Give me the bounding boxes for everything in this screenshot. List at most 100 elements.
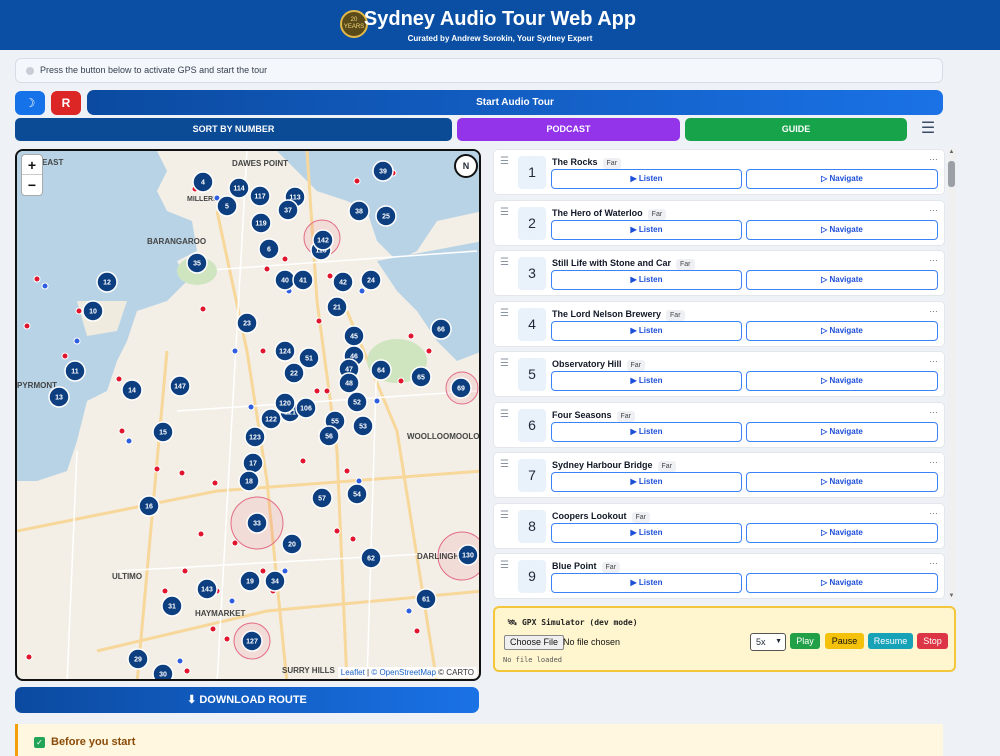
map-point[interactable] [413, 627, 421, 635]
stop-card[interactable]: ☰ 6 Four Seasons Far … ▶ Listen ▷ Navigate [493, 401, 945, 448]
theme-toggle-button[interactable]: ☽ [15, 91, 45, 115]
map-point[interactable] [115, 375, 123, 383]
listen-button[interactable]: ▶ Listen [551, 522, 742, 543]
guide-button[interactable]: GUIDE [685, 118, 907, 141]
map-marker[interactable]: 52 [346, 391, 368, 413]
map-marker[interactable]: 37 [277, 199, 299, 221]
navigate-button[interactable]: ▷ Navigate [746, 219, 938, 240]
map-point[interactable] [231, 347, 239, 355]
menu-icon[interactable]: ☰ [913, 118, 943, 141]
navigate-button[interactable]: ▷ Navigate [746, 169, 938, 189]
listen-button[interactable]: ▶ Listen [551, 371, 742, 391]
map-point[interactable] [313, 387, 321, 395]
map-point[interactable] [349, 535, 357, 543]
map-marker[interactable]: 16 [138, 495, 160, 517]
choose-file-button[interactable]: Choose File [504, 635, 565, 650]
map-marker[interactable]: 130 [457, 544, 479, 566]
map-point[interactable] [199, 305, 207, 313]
map-point[interactable] [373, 397, 381, 405]
map-marker[interactable]: 33 [246, 512, 268, 534]
map-point[interactable] [61, 352, 69, 360]
map-marker[interactable]: 34 [264, 570, 286, 592]
map-marker[interactable]: 22 [283, 362, 305, 384]
map-marker[interactable]: 64 [370, 359, 392, 381]
map-marker[interactable]: 17 [242, 452, 264, 474]
scroll-down-icon[interactable]: ▼ [947, 593, 956, 599]
map-point[interactable] [281, 567, 289, 575]
map-point[interactable] [397, 377, 405, 385]
map-marker[interactable]: 127 [241, 630, 263, 652]
map-point[interactable] [407, 332, 415, 340]
drag-handle-icon[interactable]: ☰ [500, 308, 509, 319]
map-marker[interactable]: 62 [360, 547, 382, 569]
map-marker[interactable]: 51 [298, 347, 320, 369]
stop-card[interactable]: ☰ 2 The Hero of Waterloo Far … ▶ Listen ▷ Navi… [493, 199, 945, 246]
map-marker[interactable]: 53 [352, 415, 374, 437]
stop-list-scrollbar[interactable]: ▲ ▼ [947, 149, 956, 599]
map-marker[interactable]: 38 [348, 200, 370, 222]
map-marker[interactable]: 21 [326, 296, 348, 318]
map-marker[interactable]: 42 [332, 271, 354, 293]
drag-handle-icon[interactable]: ☰ [500, 510, 509, 521]
map-point[interactable] [41, 282, 49, 290]
map-point[interactable] [33, 275, 41, 283]
map-marker[interactable]: 65 [410, 366, 432, 388]
more-options-icon[interactable]: … [929, 405, 938, 415]
sort-by-number-button[interactable]: SORT BY NUMBER [15, 118, 452, 141]
map-point[interactable] [75, 307, 83, 315]
map-marker[interactable]: 120 [274, 392, 296, 414]
map-marker[interactable]: 12 [96, 271, 118, 293]
drag-handle-icon[interactable]: ☰ [500, 560, 509, 571]
map-point[interactable] [197, 530, 205, 538]
drag-handle-icon[interactable]: ☰ [500, 257, 509, 268]
map-point[interactable] [209, 625, 217, 633]
speed-select[interactable]: 5x ▼ [750, 633, 786, 651]
more-options-icon[interactable]: … [929, 253, 938, 263]
map-point[interactable] [355, 477, 363, 485]
map-point[interactable] [259, 567, 267, 575]
map-point[interactable] [425, 347, 433, 355]
map-point[interactable] [343, 467, 351, 475]
map-marker[interactable]: 114 [228, 177, 250, 199]
map-marker[interactable]: 11 [64, 360, 86, 382]
stop-card[interactable]: ☰ 4 The Lord Nelson Brewery Far … ▶ Listen ▷ N… [493, 300, 945, 347]
map-point[interactable] [118, 427, 126, 435]
map-point[interactable] [315, 317, 323, 325]
stop-button[interactable]: Stop [917, 633, 948, 649]
map-point[interactable] [259, 347, 267, 355]
carto-link[interactable]: © CARTO [438, 668, 474, 677]
map-point[interactable] [178, 469, 186, 477]
drag-handle-icon[interactable]: ☰ [500, 459, 509, 470]
listen-button[interactable]: ▶ Listen [551, 219, 742, 240]
osm-link[interactable]: © OpenStreetMap [371, 668, 436, 677]
map-marker[interactable]: 4 [192, 171, 214, 193]
map-marker[interactable]: 66 [430, 318, 452, 340]
map-marker[interactable]: 24 [360, 269, 382, 291]
map-marker[interactable]: 56 [318, 425, 340, 447]
reset-button[interactable]: R [51, 91, 81, 115]
map-point[interactable] [323, 387, 331, 395]
map-marker[interactable]: 117 [249, 185, 271, 207]
more-options-icon[interactable]: … [929, 152, 938, 162]
map-marker[interactable]: 31 [161, 595, 183, 617]
navigate-button[interactable]: ▷ Navigate [746, 371, 938, 391]
download-route-button[interactable]: ⬇ DOWNLOAD ROUTE [15, 687, 479, 713]
stop-list[interactable]: ☰ 1 The Rocks Far… ▶ Listen ▷ Navigate ☰ 2 The H… [493, 149, 945, 599]
listen-button[interactable]: ▶ Listen [551, 421, 742, 442]
map-point[interactable] [281, 255, 289, 263]
map-marker[interactable]: 124 [274, 340, 296, 362]
more-options-icon[interactable]: … [929, 304, 938, 314]
map-point[interactable] [228, 597, 236, 605]
stop-card[interactable]: ☰ 1 The Rocks Far … ▶ Listen ▷ Navigate [493, 149, 945, 195]
more-options-icon[interactable]: … [929, 354, 938, 364]
tour-map[interactable]: DAWES POINT BARANGAROO PYRMONT ULTIMO HA… [15, 149, 481, 681]
zoom-out-button[interactable]: − [22, 175, 42, 195]
map-point[interactable] [231, 539, 239, 547]
map-point[interactable] [181, 567, 189, 575]
map-point[interactable] [73, 337, 81, 345]
listen-button[interactable]: ▶ Listen [551, 573, 742, 593]
map-point[interactable] [263, 265, 271, 273]
map-marker[interactable]: 41 [292, 269, 314, 291]
drag-handle-icon[interactable]: ☰ [500, 207, 509, 218]
navigate-button[interactable]: ▷ Navigate [746, 573, 938, 593]
